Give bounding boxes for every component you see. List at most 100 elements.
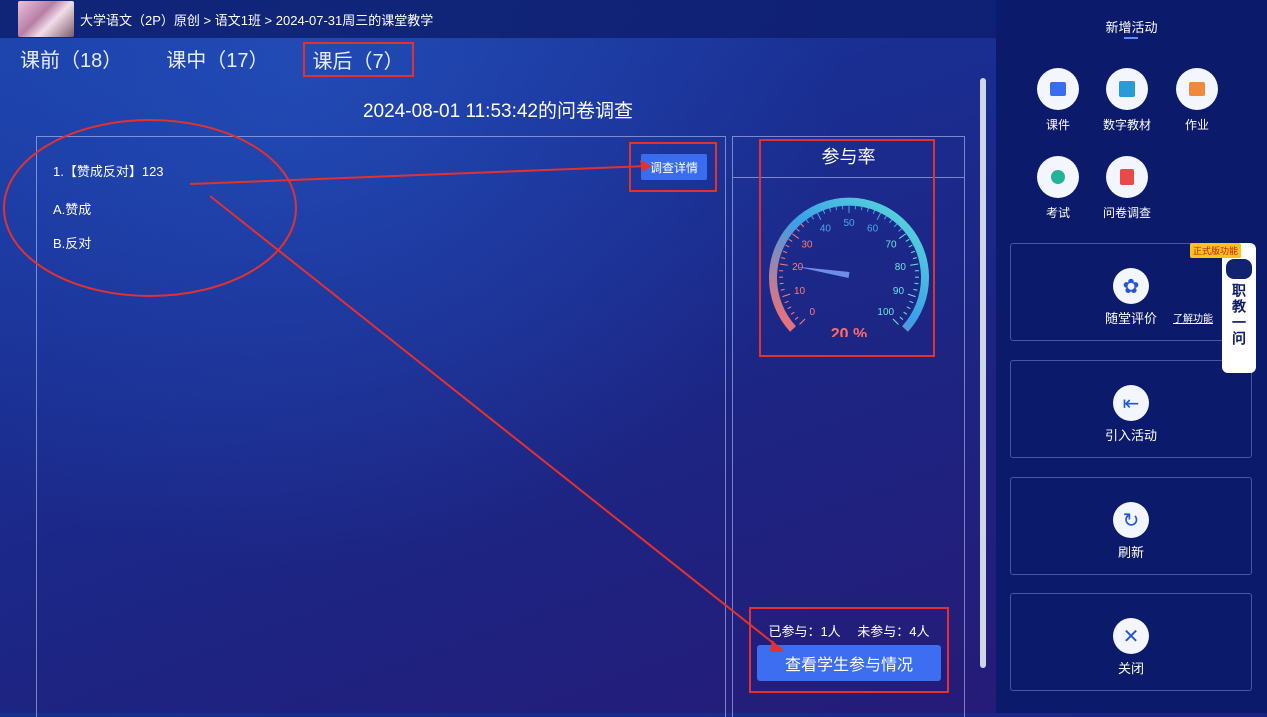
gauge-tick [914,283,918,284]
view-participation-button[interactable]: 查看学生参与情况 [757,645,941,681]
card-label: 刷新 [1118,545,1144,560]
gauge-tick [913,258,917,259]
gauge-tick [911,251,915,252]
top-bar: 大学语文（2P）原创 > 语文1班 > 2024-07-31周三的课堂教学 [0,0,996,38]
tool-label: 问卷调查 [1103,206,1151,220]
card-import-activity[interactable]: ⇤ 引入活动 [1010,360,1252,458]
main-area: 大学语文（2P）原创 > 语文1班 > 2024-07-31周三的课堂教学 课前… [0,0,996,713]
gauge-tick [910,264,918,265]
exam-icon [1037,156,1079,198]
option-a: A.赞成 [53,199,91,218]
formal-version-badge: 正式版功能 [1190,243,1241,258]
gauge-tick [781,289,785,290]
question-panel: 1.【赞成反对】123 A.赞成 B.反对 调查详情 [36,136,726,717]
gauge-tick [781,258,785,259]
flower-icon: ✿ [1113,268,1149,304]
gauge-tick [801,224,804,227]
assistant-label: 职教一问 [1229,283,1249,347]
gauge-tick-label: 30 [801,239,813,250]
gauge-tick [906,239,909,241]
survey-detail-button[interactable]: 调查详情 [641,154,707,180]
gauge-tick [792,234,798,239]
tool-label: 数字教材 [1103,118,1151,132]
digital-textbook-icon [1106,68,1148,110]
card-close[interactable]: ✕ 关闭 [1010,593,1252,691]
gauge-tick [783,251,787,252]
gauge-tick [889,220,891,223]
participation-gauge: 0102030405060708090100 20 % [763,197,935,337]
activity-sidebar: 新增活动 课件 数字教材 作业 考试 问卷调查 ✿ 随堂评价 了解功能 ⇤ 引入… [996,0,1267,713]
scrollbar[interactable] [980,78,986,668]
gauge-tick [786,245,790,247]
refresh-icon: ↻ [1113,502,1149,538]
sidebar-title-underline [1124,37,1138,39]
gauge-tick [796,229,799,232]
tool-survey[interactable]: 问卷调查 [1097,156,1157,221]
gauge-tick [909,245,913,247]
gauge-tick [899,234,905,239]
gauge-tick [861,206,862,210]
gauge-tick-label: 0 [809,307,815,318]
gauge-tick [829,208,830,212]
homework-icon [1176,68,1218,110]
tool-homework[interactable]: 作业 [1167,68,1227,133]
gauge-tick [904,312,907,314]
gauge-tick [789,239,792,241]
gauge-tick [884,216,886,219]
participation-panel: 参与率 0102030405060708090100 20 % 已参与：1人 未… [732,136,965,717]
gauge-tick [791,312,794,314]
courseware-icon [1037,68,1079,110]
gauge-tick [785,301,789,303]
survey-title: 2024-08-01 11:53:42的问卷调查 [0,96,996,123]
question-text: 1.【赞成反对】123 [53,161,164,180]
course-thumbnail[interactable] [18,1,74,37]
tab-after-class[interactable]: 课后（7） [303,42,414,77]
gauge-tick [836,206,837,210]
gauge-tick [899,229,902,232]
breadcrumb[interactable]: 大学语文（2P）原创 > 语文1班 > 2024-07-31周三的课堂教学 [80,10,433,29]
gauge-tick [873,210,874,214]
gauge-tick [900,317,903,320]
gauge-tick-label: 100 [877,307,894,318]
phase-tabs: 课前（18） 课中（17） 课后（7） [20,42,458,77]
tab-before-class[interactable]: 课前（18） [20,42,122,77]
gauge-tick [788,307,792,309]
gauge-tick [877,213,881,220]
gauge-needle [796,267,850,278]
gauge-tick-label: 90 [893,286,905,297]
card-refresh[interactable]: ↻ 刷新 [1010,477,1252,575]
gauge-tick [823,210,824,214]
gauge-tick-labels: 0102030405060708090100 [792,218,906,318]
survey-icon [1106,156,1148,198]
gauge-tick [817,213,821,220]
tool-exam[interactable]: 考试 [1028,156,1088,221]
gauge-tick [780,283,784,284]
import-icon: ⇤ [1113,385,1149,421]
card-label: 随堂评价 [1105,311,1157,326]
tool-digital-textbook[interactable]: 数字教材 [1097,68,1157,133]
gauge-tick [795,317,798,320]
card-label: 引入活动 [1105,428,1157,443]
tool-label: 作业 [1185,118,1209,132]
gauge-tick-label: 80 [895,262,907,273]
gauge-tick [893,319,899,325]
tool-label: 考试 [1046,206,1070,220]
gauge-tick [780,264,788,265]
gauge-value: 20 % [831,326,867,337]
gauge-tick-label: 50 [843,218,855,229]
gauge-tick-label: 10 [794,286,806,297]
gauge-tick [806,220,808,223]
tool-courseware[interactable]: 课件 [1028,68,1088,133]
option-b: B.反对 [53,233,91,252]
gauge-tick [913,289,917,290]
gauge-tick [908,294,916,296]
robot-icon [1226,259,1252,279]
gauge-tick [782,294,790,296]
gauge-tick-label: 40 [820,224,832,235]
gauge-tick [867,208,868,212]
learn-feature-link[interactable]: 了解功能 [1173,310,1213,325]
participation-stats: 已参与：1人 未参与：4人 [749,621,949,640]
tab-in-class[interactable]: 课中（17） [166,42,268,77]
ai-assistant-widget[interactable]: 正式版功能 职教一问 [1222,243,1256,373]
gauge-tick [894,224,897,227]
